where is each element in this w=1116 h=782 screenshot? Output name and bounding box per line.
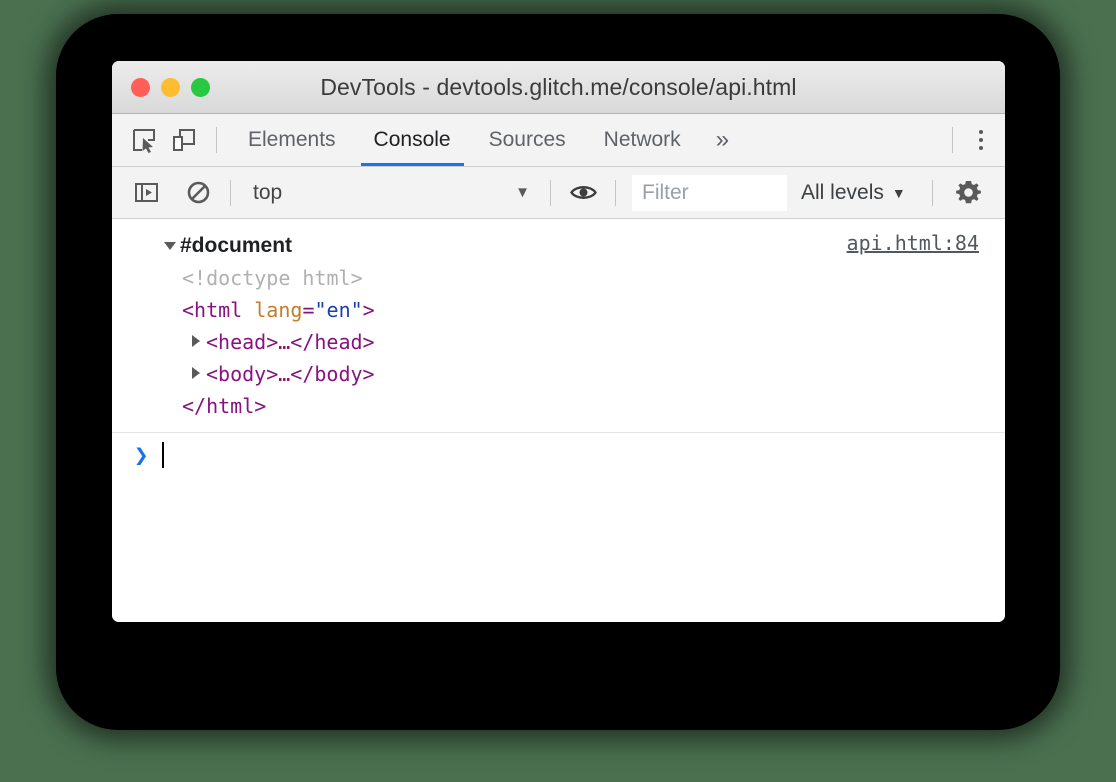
execution-context-value: top	[253, 180, 283, 204]
console-sidebar-toggle-icon[interactable]	[126, 173, 166, 213]
tabbar-right-divider	[952, 127, 953, 153]
source-link[interactable]: api.html:84	[847, 231, 979, 255]
dom-node-body[interactable]: <body>…</body>	[164, 358, 989, 390]
devtools-window: DevTools - devtools.glitch.me/console/ap…	[112, 61, 1005, 622]
text-cursor	[162, 442, 165, 468]
inspect-element-icon[interactable]	[124, 120, 164, 160]
window-title: DevTools - devtools.glitch.me/console/ap…	[320, 73, 797, 100]
more-tabs-icon[interactable]: »	[700, 114, 745, 166]
console-output: api.html:84 #document <!doctype html> <h…	[112, 219, 1005, 622]
device-toolbar-icon[interactable]	[164, 120, 204, 160]
chevron-down-icon: ▼	[891, 184, 906, 201]
tab-console[interactable]: Console	[355, 114, 470, 166]
console-prompt[interactable]: ❯	[112, 433, 1005, 477]
console-message: api.html:84 #document <!doctype html> <h…	[112, 219, 1005, 433]
live-expression-eye-icon[interactable]	[563, 173, 603, 213]
tabbar-divider	[216, 127, 217, 153]
gear-icon[interactable]	[949, 173, 989, 213]
log-levels-select[interactable]: All levels ▼	[787, 181, 920, 205]
prompt-chevron-icon: ❯	[134, 441, 149, 469]
head-node-text: <head>…</head>	[206, 330, 375, 354]
minimize-button[interactable]	[161, 77, 180, 97]
html-attr-name: lang	[254, 298, 303, 322]
close-button[interactable]	[131, 77, 150, 97]
devtools-tabbar: Elements Console Sources Network »	[112, 114, 1005, 167]
tabbar-right-group	[940, 127, 1005, 153]
dom-node-html-open[interactable]: <html lang="en">	[164, 294, 989, 326]
dom-node-doctype: <!doctype html>	[164, 262, 989, 294]
window-titlebar: DevTools - devtools.glitch.me/console/ap…	[112, 61, 1005, 114]
html-attr-value: "en"	[314, 298, 363, 322]
tab-network[interactable]: Network	[585, 114, 700, 166]
dom-node-head[interactable]: <head>…</head>	[164, 326, 989, 358]
zoom-button[interactable]	[191, 77, 210, 97]
disclosure-triangle-open-icon[interactable]	[164, 242, 176, 250]
disclosure-triangle-closed-icon[interactable]	[192, 335, 200, 347]
filter-input[interactable]	[632, 174, 787, 211]
console-toolbar-divider-1	[230, 179, 231, 206]
more-options-icon[interactable]	[965, 130, 997, 150]
chevron-down-icon: ▼	[515, 184, 530, 201]
doctype-text: <!doctype html>	[182, 266, 363, 290]
traffic-lights	[131, 77, 210, 97]
clear-console-icon[interactable]	[178, 173, 218, 213]
dom-node-html-close: </html>	[164, 390, 989, 422]
console-toolbar-divider-2	[550, 179, 551, 206]
console-toolbar: top ▼ All levels ▼	[112, 167, 1005, 219]
tab-sources[interactable]: Sources	[470, 114, 585, 166]
dom-tree: #document <!doctype html> <html lang="en…	[112, 229, 989, 422]
execution-context-select[interactable]: top ▼	[243, 181, 538, 205]
disclosure-triangle-closed-icon[interactable]	[192, 367, 200, 379]
body-node-text: <body>…</body>	[206, 362, 375, 386]
tab-elements[interactable]: Elements	[229, 114, 355, 166]
log-levels-label: All levels	[801, 180, 884, 204]
console-toolbar-divider-3	[615, 179, 616, 206]
console-toolbar-divider-4	[931, 179, 933, 206]
html-close-text: </html>	[182, 394, 267, 418]
dom-node-label: #document	[180, 234, 293, 257]
panel-tabs: Elements Console Sources Network »	[229, 114, 745, 166]
html-tag-name: html	[194, 298, 243, 322]
